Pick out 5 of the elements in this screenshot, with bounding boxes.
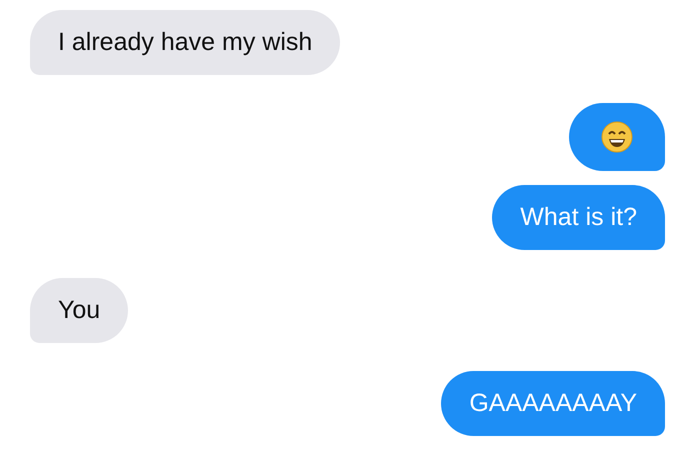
sent-message: GAAAAAAAAY <box>441 371 665 436</box>
received-message: You <box>30 278 128 343</box>
sent-message: What is it? <box>492 185 665 250</box>
smiley-icon <box>601 121 633 153</box>
received-message: I already have my wish <box>30 10 340 75</box>
